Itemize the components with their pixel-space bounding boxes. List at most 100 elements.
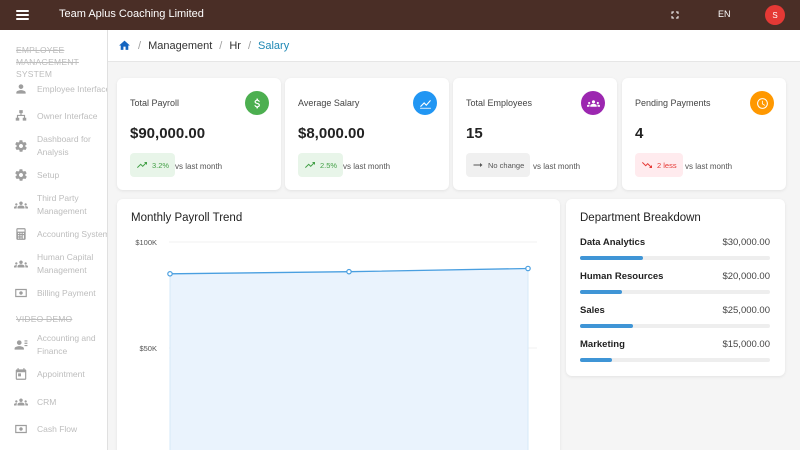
sidebar-item-accounting-system[interactable]: Accounting System (14, 227, 108, 241)
stat-card-total-payroll: Total Payroll $90,000.00 3.2% vs last mo… (117, 78, 281, 190)
breadcrumb-management[interactable]: Management (148, 40, 212, 52)
sidebar-item-label: Accounting and Finance (37, 333, 96, 356)
stat-value: 15 (466, 125, 483, 142)
home-icon[interactable] (118, 39, 131, 52)
breadcrumb-hr[interactable]: Hr (229, 40, 241, 52)
breadcrumb: / Management / Hr / Salary (108, 30, 800, 62)
sidebar-item-label: Dashboard for Analysis (37, 134, 91, 157)
department-name: Data Analytics (580, 237, 646, 248)
stat-value: $90,000.00 (130, 125, 206, 142)
stat-card-average-salary: Average Salary $8,000.00 2.5% vs last mo… (285, 78, 449, 190)
stat-change-badge: 3.2% (130, 153, 176, 177)
stat-label: Total Employees (466, 98, 533, 108)
department-name: Marketing (580, 339, 625, 350)
stat-card-total-employees: Total Employees 15 No change vs last mon… (453, 78, 617, 190)
stat-change-badge: 2.5% (298, 153, 344, 177)
sidebar-item-owner-interface[interactable]: Owner Interface (14, 109, 107, 123)
sidebar-item-label: Cash Flow (37, 423, 78, 434)
stat-change-badge: No change (466, 153, 531, 177)
sidebar-item-label: Third Party Management (37, 193, 87, 216)
department-name: Sales (580, 305, 605, 316)
progress-fill (580, 256, 643, 260)
sidebar-item-human-capital[interactable]: Human Capital Management (14, 251, 107, 277)
y-tick-label: $50K (139, 344, 157, 353)
breadcrumb-separator: / (219, 39, 223, 52)
department-title: Department Breakdown (580, 212, 701, 224)
sidebar-item-label: CRM (37, 396, 57, 407)
line-chart-icon (413, 91, 437, 115)
sidebar-item-label: Appointment (37, 368, 85, 379)
sidebar-item-crm[interactable]: CRM (14, 395, 107, 409)
sidebar-item-label: Employee Interface (37, 83, 108, 94)
breadcrumb-separator: / (138, 39, 142, 52)
money-icon (15, 288, 27, 298)
sidebar-item-label: Billing Payment (37, 287, 96, 298)
stat-label: Pending Payments (635, 98, 711, 108)
trending-up-icon (137, 162, 147, 168)
department-amount: $30,000.00 (722, 237, 770, 248)
breadcrumb-separator: / (247, 39, 252, 52)
app-title: Team Aplus Coaching Limited (59, 8, 204, 20)
progress-track (580, 290, 770, 294)
data-point[interactable] (346, 268, 352, 275)
department-amount: $15,000.00 (722, 339, 770, 350)
menu-icon[interactable] (16, 10, 29, 20)
stat-value: 4 (635, 125, 644, 142)
sidebar-item-third-party[interactable]: Third Party Management (14, 192, 107, 218)
calendar-icon (15, 368, 27, 380)
data-point[interactable] (167, 271, 173, 277)
sidebar-item-employee-interface[interactable]: Employee Interface (14, 82, 108, 96)
calculator-icon (16, 228, 26, 240)
fullscreen-icon[interactable] (669, 9, 681, 21)
y-tick-label: $100K (135, 238, 157, 247)
sidebar-item-cash-flow[interactable]: Cash Flow (14, 422, 107, 436)
stat-value: $8,000.00 (298, 125, 365, 142)
stat-card-pending-payments: Pending Payments 4 2 less vs last month (622, 78, 786, 190)
sidebar-section-title: EMPLOYEE MANAGEMENT SYSTEM (16, 45, 79, 79)
user-avatar[interactable]: S (765, 5, 785, 25)
progress-fill (580, 324, 634, 328)
sidebar-item-accounting-finance[interactable]: Accounting and Finance (14, 332, 107, 358)
sidebar-item-label: Accounting System (37, 228, 108, 239)
department-amount: $20,000.00 (722, 271, 770, 282)
trending-down-icon (642, 162, 652, 168)
dollar-icon (245, 91, 269, 115)
stat-label: Average Salary (298, 98, 360, 108)
sidebar-item-setup[interactable]: Setup (14, 168, 107, 182)
groups-icon (14, 260, 28, 268)
money-icon (15, 424, 27, 434)
arrow-right-icon (473, 163, 483, 167)
sidebar-item-label: Setup (37, 169, 60, 180)
progress-track (580, 256, 770, 260)
breadcrumb-salary: Salary (258, 39, 290, 52)
person-icon (16, 84, 26, 94)
person-card-icon (14, 340, 28, 350)
groups-icon (14, 398, 28, 406)
sidebar-section-title: VIDEO DEMO (16, 314, 73, 324)
department-amount: $25,000.00 (722, 305, 770, 316)
stat-note: vs last month (175, 162, 223, 171)
gear-icon (15, 140, 27, 152)
top-app-bar: Team Aplus Coaching Limited EN S (0, 0, 800, 30)
series-area (170, 268, 528, 450)
department-breakdown-card: Department Breakdown Data Analytics $30,… (566, 199, 785, 376)
org-chart-icon (15, 110, 27, 121)
trending-up-icon (305, 162, 315, 168)
progress-track (580, 324, 770, 328)
progress-track (580, 358, 770, 362)
language-selector[interactable]: EN (718, 9, 731, 19)
stat-change-badge: 2 less (635, 153, 683, 177)
progress-fill (580, 358, 613, 362)
payroll-trend-card: Monthly Payroll Trend $100K $50K (117, 199, 560, 450)
sidebar-item-dashboard-analysis[interactable]: Dashboard for Analysis (14, 133, 107, 159)
clock-icon (750, 91, 774, 115)
sidebar-item-appointment[interactable]: Appointment (14, 367, 107, 381)
sidebar-item-billing-payment[interactable]: Billing Payment (14, 286, 107, 300)
groups-icon (581, 91, 605, 115)
data-point[interactable] (525, 265, 531, 272)
payroll-trend-chart: $100K $50K (135, 238, 537, 450)
stat-note: vs last month (343, 162, 391, 171)
sidebar-item-label: Human Capital Management (37, 252, 94, 275)
gear-icon (15, 169, 27, 181)
sidebar: EMPLOYEE MANAGEMENT SYSTEM Employee Inte… (0, 30, 108, 450)
